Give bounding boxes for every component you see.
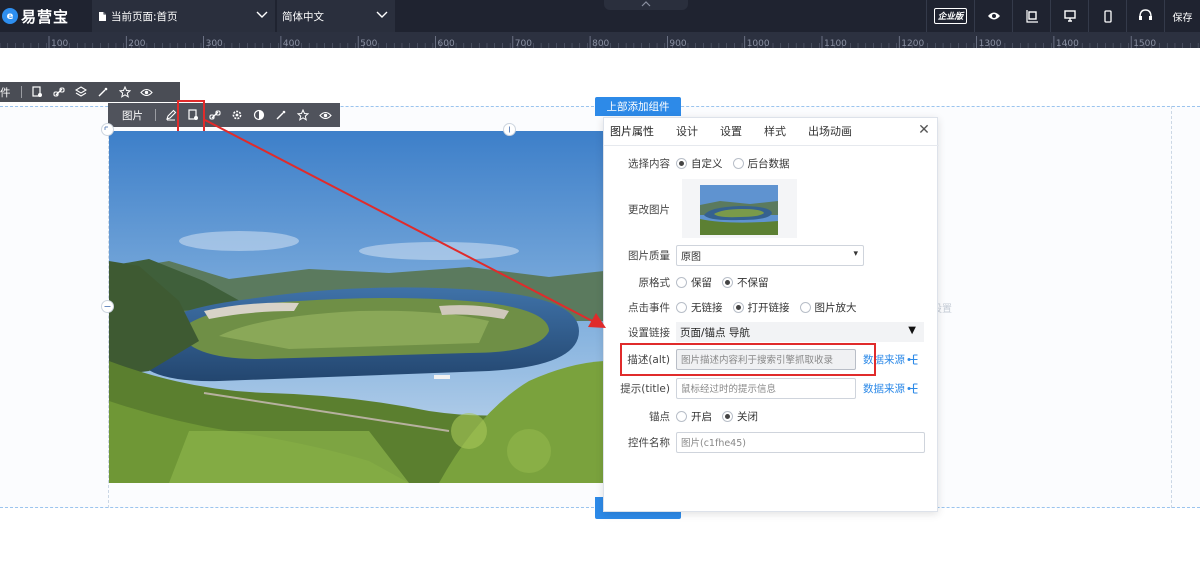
- editor-window: e 易营宝 当前页面:首页 简体中文 企业版 保存 100 200 300 40…: [0, 0, 1200, 567]
- annotation-arrow: [204, 119, 606, 328]
